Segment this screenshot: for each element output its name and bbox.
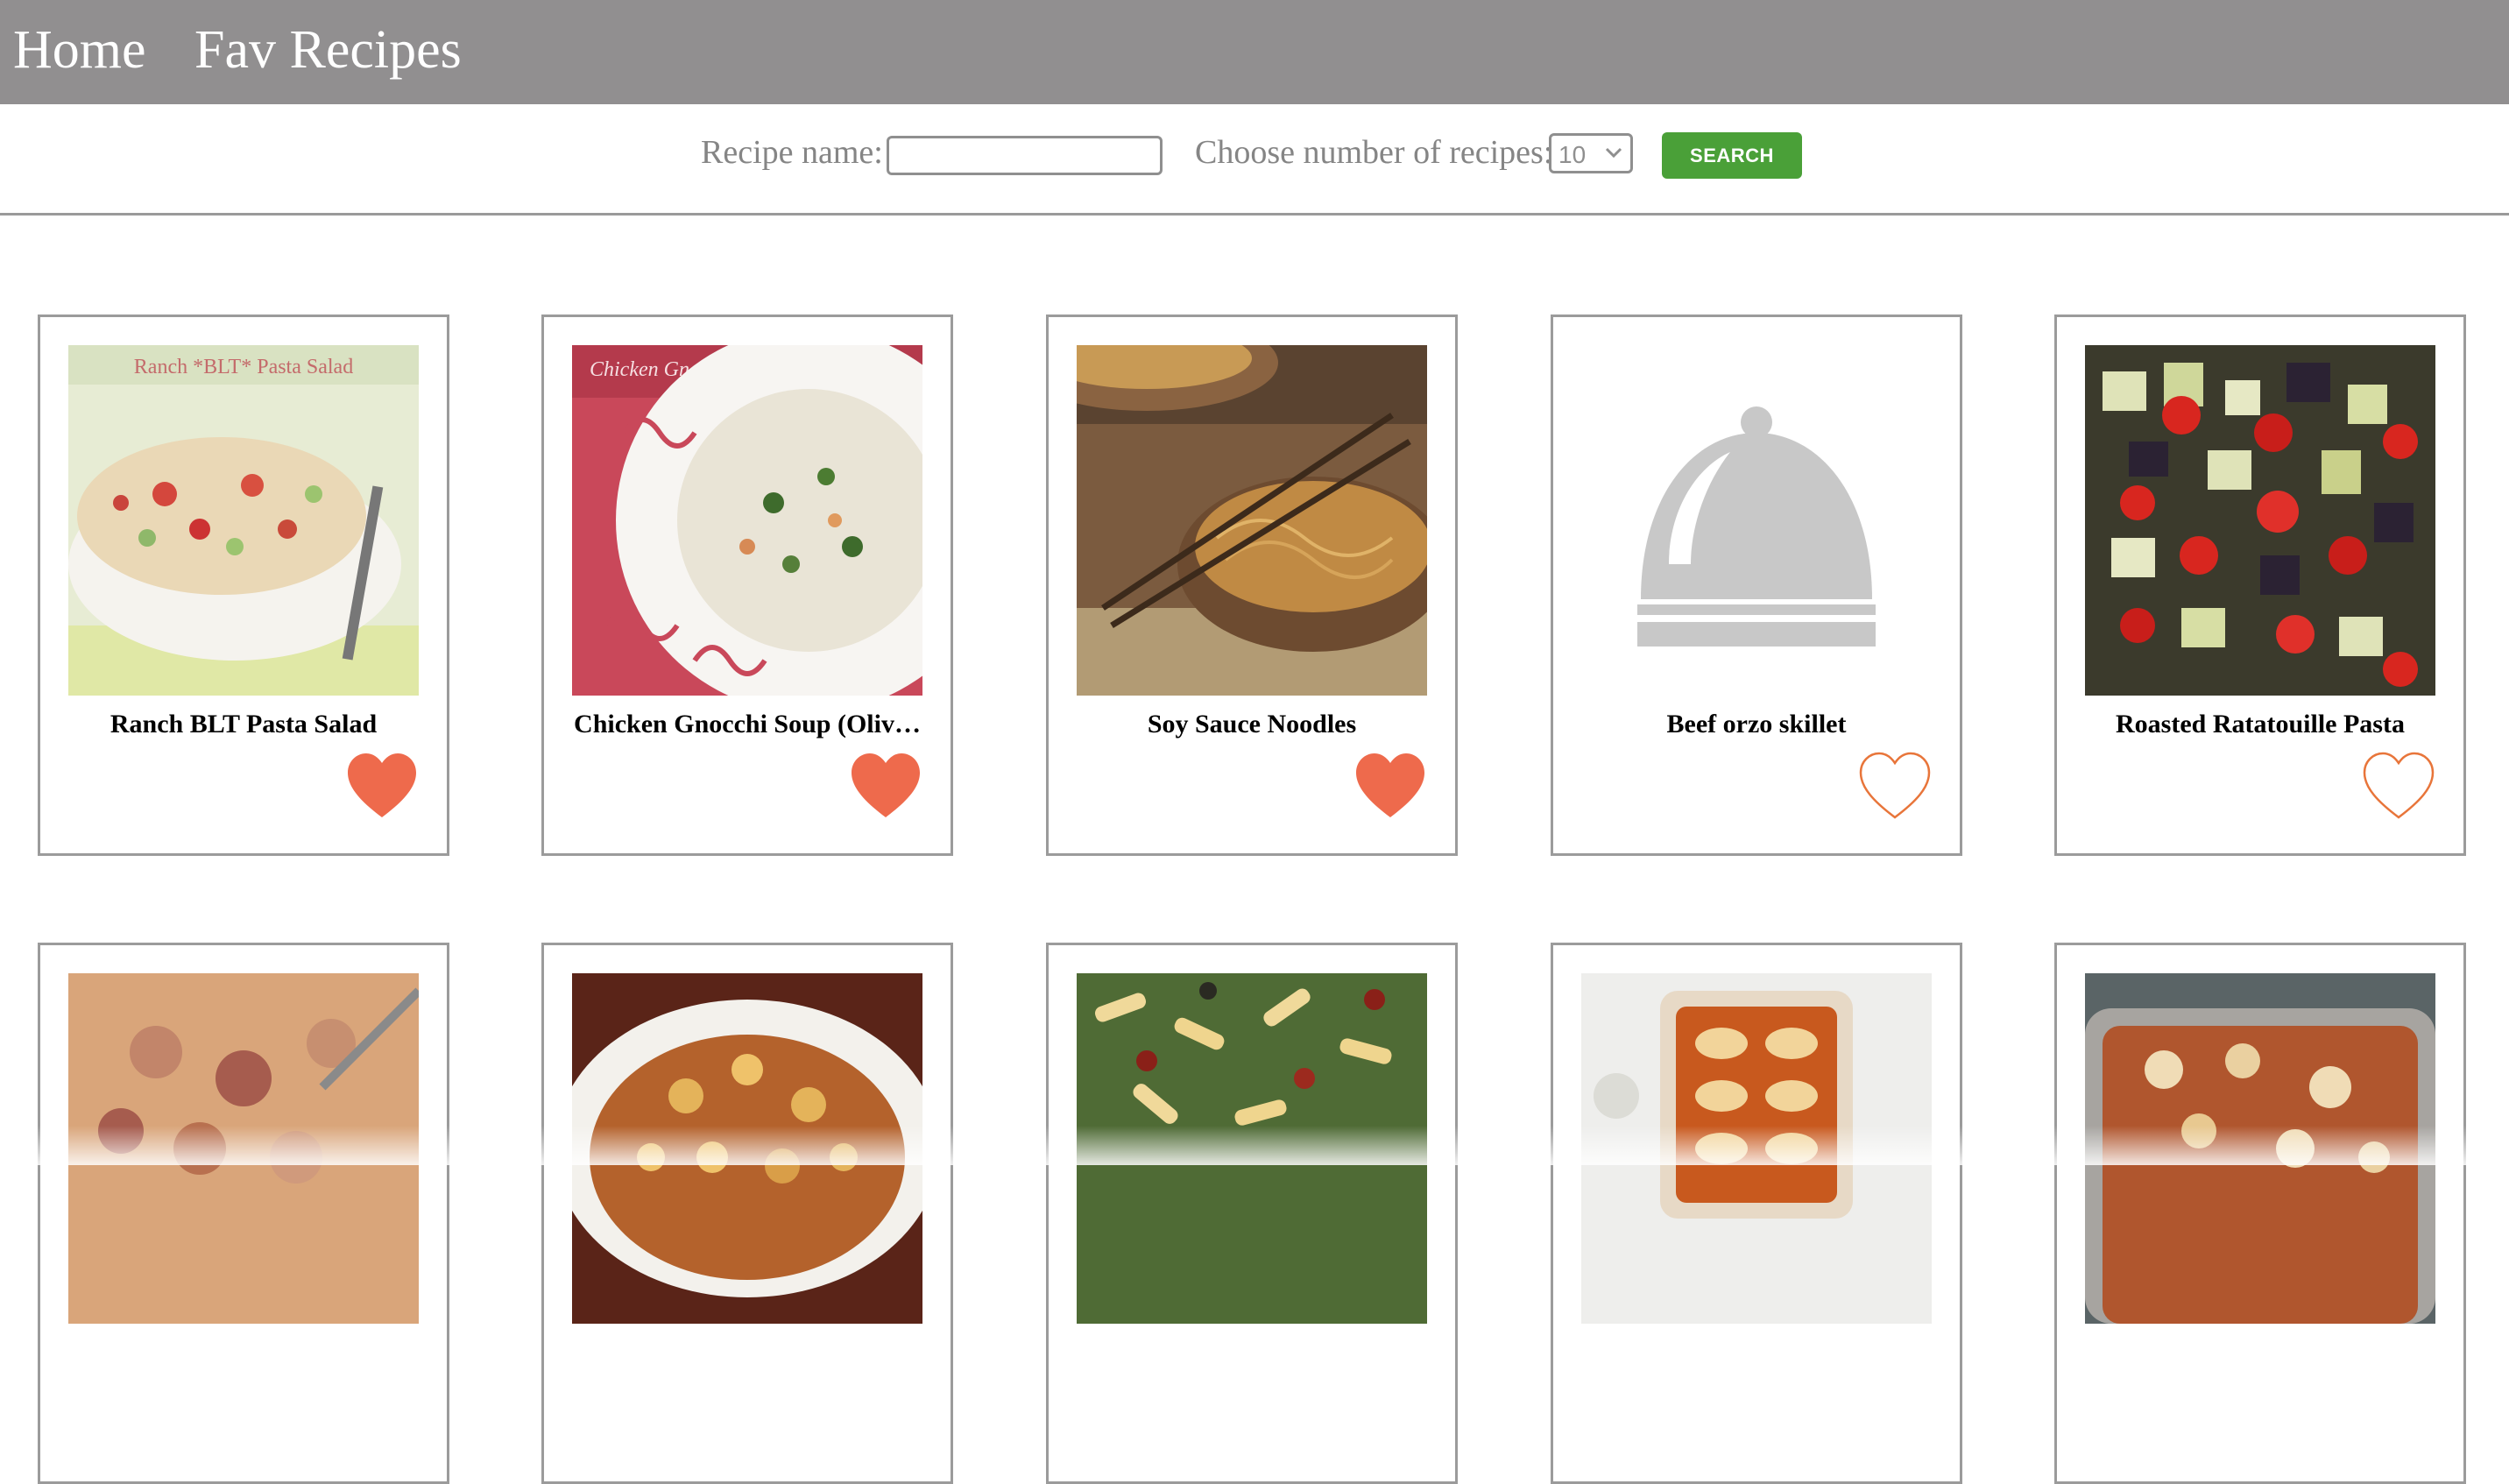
cloche-icon [1581, 345, 1932, 696]
noodles-photo[interactable] [1077, 345, 1427, 696]
recipe-count-value: 10 [1558, 141, 1587, 168]
favorite-heart-outline-icon[interactable] [1858, 751, 1932, 821]
favorite-heart-icon[interactable] [345, 751, 419, 821]
recipe-card[interactable] [541, 943, 953, 1484]
nav-fav-recipes-link[interactable]: Fav Recipes [194, 23, 462, 77]
recipe-name-input[interactable] [887, 136, 1163, 175]
recipe-title: Roasted Ratatouille Pasta [2116, 710, 2405, 738]
favorite-heart-outline-icon[interactable] [2362, 751, 2435, 821]
chevron-down-icon [1605, 147, 1622, 159]
recipe-card[interactable]: Roasted Ratatouille Pasta [2054, 314, 2466, 856]
recipe-name-label: Recipe name: [701, 134, 883, 171]
ratatouille-photo[interactable] [2085, 345, 2435, 696]
recipe-title: Beef orzo skillet [1666, 710, 1847, 738]
bottom-fade [0, 1126, 2509, 1165]
recipe-title: Chicken Gnocchi Soup (Oliv… [574, 710, 921, 738]
pasta-salad-photo[interactable]: Ranch *BLT* Pasta Salad [68, 345, 419, 696]
nav-home-link[interactable]: Home [13, 23, 146, 77]
navbar: Home Fav Recipes [0, 0, 2509, 104]
recipe-card[interactable] [1046, 943, 1458, 1484]
soup-photo[interactable]: Chicken Gnocchi Soup [572, 345, 922, 696]
recipe-card[interactable]: Soy Sauce Noodles [1046, 314, 1458, 856]
favorite-heart-icon[interactable] [1353, 751, 1427, 821]
recipe-title: Ranch BLT Pasta Salad [110, 710, 378, 738]
recipe-card[interactable]: Beef orzo skillet [1551, 314, 1962, 856]
recipe-count-select[interactable]: 10 [1549, 133, 1633, 173]
recipe-count-label: Choose number of recipes: [1195, 134, 1553, 171]
recipe-card[interactable]: Chicken Gnocchi Soup Chicken Gnocchi Sou… [541, 314, 953, 856]
recipe-card[interactable] [2054, 943, 2466, 1484]
image-caption: Ranch *BLT* Pasta Salad [134, 356, 353, 378]
favorite-heart-icon[interactable] [849, 751, 922, 821]
recipe-card[interactable]: Ranch *BLT* Pasta Salad Ranch BLT Pasta … [38, 314, 449, 856]
recipe-title: Soy Sauce Noodles [1147, 710, 1357, 738]
search-button[interactable]: SEARCH [1662, 132, 1802, 179]
recipe-card[interactable] [1551, 943, 1962, 1484]
recipe-card[interactable] [38, 943, 449, 1484]
